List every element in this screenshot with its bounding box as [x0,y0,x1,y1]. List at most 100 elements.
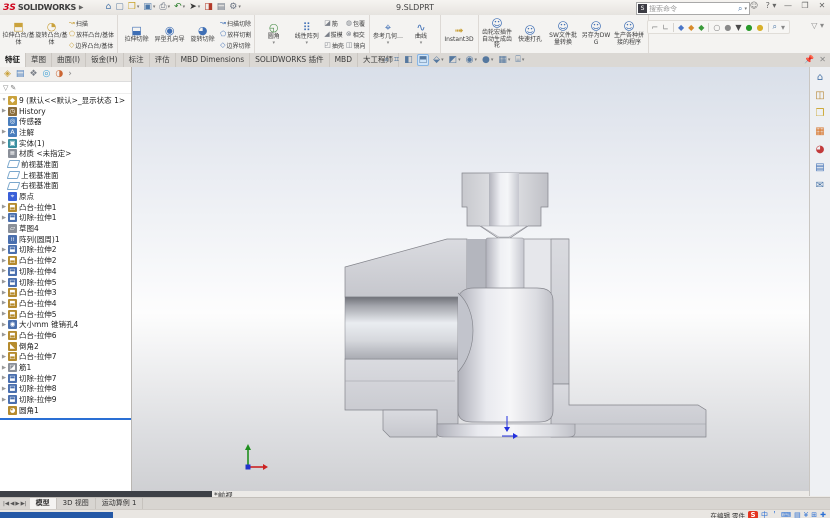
tree-item-凸台-拉伸4[interactable]: ▶⬒凸台-拉伸4 [0,298,131,309]
tab-标注[interactable]: 标注 [124,53,150,67]
filter-edge-icon[interactable]: ● [724,23,731,32]
tree-item-History[interactable]: ▶◷History [0,106,131,117]
expand-arrow-icon[interactable]: ▶ [0,311,8,317]
expand-arrow-icon[interactable]: ▶ [0,247,8,253]
dimxpertmanager-tab[interactable]: ◎ [43,69,51,79]
ribbon-button-拉伸切除[interactable]: ⬓拉伸切除 [120,25,153,44]
tab-nav-0[interactable]: |◀ [3,501,9,507]
expand-arrow-icon[interactable]: ▶ [0,140,8,146]
ribbon-button-曲线[interactable]: ∿曲线▾ [405,22,438,46]
forum-icon[interactable]: ✉ [816,180,824,191]
graphics-area[interactable] [132,67,810,491]
expand-arrow-icon[interactable]: ▶ [0,204,8,210]
ribbon-button-相交[interactable]: ⊗相交 [346,29,366,40]
search-dropdown-icon[interactable]: ▾ [744,6,747,12]
view-palette-icon[interactable]: ▦ [815,126,824,137]
expand-arrow-icon[interactable]: ▶ [0,279,8,285]
tree-item-切除-拉伸9[interactable]: ▶⬓切除-拉伸9 [0,394,131,405]
tree-item-右视基准面[interactable]: 右视基准面 [0,181,131,192]
menu-expand-arrow-icon[interactable]: ▶ [79,4,84,11]
ribbon-button-参考几何…[interactable]: ⌖参考几何…▾ [372,22,405,46]
tree-item-切除-拉伸2[interactable]: ▶⬓切除-拉伸2 [0,245,131,256]
solidworks-resources-icon[interactable]: ⌂ [817,72,823,83]
ribbon-button-线性阵列[interactable]: ⠿线性阵列▾ [290,22,323,46]
ribbon-button-Instant3D[interactable]: ➟Instant3D [443,25,476,44]
expand-arrow-icon[interactable]: ▶ [0,290,8,296]
shop-icon[interactable]: ¥ [804,511,808,518]
tree-item-凸台-拉伸1[interactable]: ▶⬒凸台-拉伸1 [0,202,131,213]
zoom-area-icon[interactable]: ⌗ [393,55,400,65]
tree-item-凸台-拉伸2[interactable]: ▶⬒凸台-拉伸2 [0,255,131,266]
tree-item-倒角2[interactable]: ◣倒角2 [0,341,131,352]
expand-arrow-icon[interactable]: ▶ [0,332,8,338]
print-button[interactable]: ⎙▾ [159,3,170,12]
tab-SOLIDWORKS 插件[interactable]: SOLIDWORKS 插件 [250,53,329,67]
new-document-button[interactable]: ▢ [115,3,124,12]
tab-草图[interactable]: 草图 [26,53,52,67]
tree-item-凸台-拉伸3[interactable]: ▶⬒凸台-拉伸3 [0,287,131,298]
zoom-fit-icon[interactable]: ⌕ [383,55,390,65]
tab-特征[interactable]: 特征 [0,53,26,67]
tab-曲面(I)[interactable]: 曲面(I) [52,53,86,67]
twisty-icon[interactable]: ▾ [0,97,8,103]
ribbon-button-抽壳[interactable]: ◰抽壳 [324,40,344,51]
tree-item-凸台-拉伸5[interactable]: ▶⬒凸台-拉伸5 [0,309,131,320]
close-button[interactable]: ✕ [816,1,828,10]
tab-MBD[interactable]: MBD [330,53,358,67]
tree-item-筋1[interactable]: ▶◪筋1 [0,362,131,373]
view-orientation-icon[interactable]: ⬙▾ [432,55,444,65]
expand-arrow-icon[interactable]: ▶ [0,354,8,360]
expand-chevron-icon[interactable]: ▾ [781,23,785,32]
ribbon-button-齿轮宏插件自动生成齿轮[interactable]: ☺齿轮宏插件自动生成齿轮 [481,18,514,50]
file-explorer-icon[interactable]: ❒ [816,108,825,119]
search-box[interactable]: S 搜索命令 ⌕ ▾ [636,2,750,15]
ribbon-button-旋转切除[interactable]: ◕旋转切除 [186,25,219,44]
tree-item-传感器[interactable]: ◎传感器 [0,116,131,127]
undo-button[interactable]: ↶▾ [174,3,185,12]
filter-funnel-icon[interactable]: ▼ [735,23,741,32]
edit-appearance-icon[interactable]: ●▾ [481,55,494,65]
tree-item-材质 <未指定>[interactable]: ≣材质 <未指定> [0,148,131,159]
configurationmanager-tab[interactable]: ❖ [29,69,37,79]
expand-arrow-icon[interactable]: ▶ [0,215,8,221]
ribbon-button-包覆[interactable]: ◍包覆 [346,18,366,29]
propertymanager-tab[interactable]: ▤ [16,69,25,79]
handwriting-icon[interactable]: ▤ [794,511,801,518]
minimize-button[interactable]: — [782,1,794,10]
tree-item-切除-拉伸8[interactable]: ▶⬓切除-拉伸8 [0,384,131,395]
magnetic-mate-icon[interactable]: ⌐ [652,23,659,32]
tree-item-切除-拉伸1[interactable]: ▶⬓切除-拉伸1 [0,213,131,224]
filter-orange-icon[interactable]: ◆ [688,23,694,32]
tree-item-阵列(圆周)1[interactable]: ⠶阵列(圆周)1 [0,234,131,245]
expand-arrow-icon[interactable]: ▶ [0,300,8,306]
filter-blue-icon[interactable]: ◆ [678,23,684,32]
tab-钣金(H)[interactable]: 钣金(H) [86,53,124,67]
search-icon[interactable]: ⌕ [738,4,742,14]
ribbon-button-放样凸台/基体[interactable]: ⬠放样凸台/基体 [69,29,114,40]
filter-surface-icon[interactable]: ● [757,23,764,32]
expand-arrow-icon[interactable]: ▶ [0,258,8,264]
tree-item-切除-拉伸7[interactable]: ▶⬓切除-拉伸7 [0,373,131,384]
search-input[interactable]: 搜索命令 [649,4,738,14]
tree-item-切除-拉伸4[interactable]: ▶⬓切除-拉伸4 [0,266,131,277]
search-magnifier-icon[interactable]: ⌕ [773,22,777,32]
tree-item-圆角1[interactable]: ◕圆角1 [0,405,131,416]
expand-arrow-icon[interactable]: ▶ [0,129,8,135]
filter-green-icon[interactable]: ◆ [698,23,704,32]
save-button[interactable]: ▣▾ [143,3,155,12]
ribbon-button-异型孔向导[interactable]: ◉异型孔向导 [153,25,186,44]
login-button[interactable]: ☺ [748,1,760,10]
close-pane-icon[interactable]: ✕ [819,55,826,64]
sogou-ime-icon[interactable]: S [748,511,758,518]
ribbon-button-镜向[interactable]: ◫镜向 [346,40,366,51]
tab-评估[interactable]: 评估 [150,53,176,67]
voice-input-icon[interactable]: ⌨ [781,511,791,518]
tree-item-草图4[interactable]: ▱草图4 [0,223,131,234]
overflow-tab[interactable]: › [68,69,72,79]
displaymanager-tab[interactable]: ◑ [55,69,63,79]
custom-properties-icon[interactable]: ▤ [815,162,824,173]
expand-arrow-icon[interactable]: ▶ [0,365,8,371]
display-style-icon[interactable]: ◩▾ [448,55,462,65]
filter-dropdown[interactable]: ▽ ▾ [811,21,824,30]
section-view-icon[interactable]: ◧ [403,55,414,65]
